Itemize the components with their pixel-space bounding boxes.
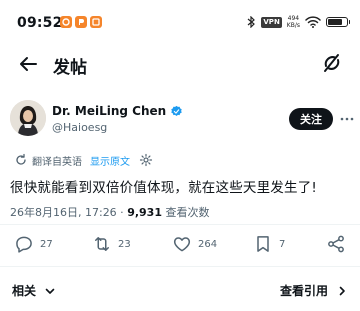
chevron-down-icon <box>45 288 55 294</box>
app-notification-icon <box>90 16 102 28</box>
vpn-badge: VPN <box>261 16 282 28</box>
battery-icon <box>326 17 350 27</box>
bluetooth-icon <box>248 16 256 28</box>
related-toggle[interactable]: 相关 <box>12 282 56 299</box>
network-speed-value: 494 <box>287 15 300 22</box>
chevron-right-icon <box>339 286 345 295</box>
status-bar: 09:52 VPN 494 KB/s <box>0 0 360 44</box>
verified-badge-icon <box>171 105 182 116</box>
retweet-count: 23 <box>118 238 131 250</box>
top-navigation: 发帖 <box>0 44 360 84</box>
views-label: 查看次数 <box>161 206 210 219</box>
page-title: 发帖 <box>53 58 87 78</box>
view-quotes-label: 查看引用 <box>279 284 328 298</box>
app-notification-icon <box>75 16 87 28</box>
heart-icon <box>173 237 191 252</box>
avatar-portrait-icon <box>10 100 46 136</box>
action-bar: 27 23 264 7 <box>0 232 360 256</box>
avatar[interactable] <box>10 100 46 136</box>
status-right-cluster: VPN 494 KB/s <box>246 14 350 30</box>
translate-icon <box>16 153 26 165</box>
translated-from-label: 翻译自英语 <box>32 156 82 168</box>
bookmark-icon <box>257 236 269 252</box>
follow-button[interactable]: 关注 <box>289 108 333 130</box>
divider <box>0 266 360 267</box>
like-count: 264 <box>198 238 218 250</box>
bottom-row: 相关 查看引用 <box>0 276 360 304</box>
tweet-meta: 26年8月16日, 17:26 · 9,931 查看次数 <box>10 204 209 220</box>
network-speed: 494 KB/s <box>287 15 300 29</box>
views-count: 9,931 <box>127 206 162 219</box>
like-button[interactable]: 264 <box>172 232 217 256</box>
network-speed-unit: KB/s <box>286 22 300 29</box>
back-arrow-icon[interactable] <box>16 52 40 76</box>
reply-button[interactable]: 27 <box>14 232 53 256</box>
author-name[interactable]: Dr. MeiLing Chen <box>52 104 166 118</box>
status-time: 09:52 <box>17 15 63 31</box>
view-quotes-link[interactable]: 查看引用 <box>280 282 348 299</box>
app-notification-icon <box>60 16 72 28</box>
share-icon <box>328 235 344 253</box>
reply-count: 27 <box>40 238 53 250</box>
translation-row: 翻译自英语 显示原文 <box>14 152 153 168</box>
grok-icon[interactable] <box>320 51 344 75</box>
retweet-icon <box>95 237 109 251</box>
retweet-button[interactable]: 23 <box>92 232 131 256</box>
tweet-timestamp[interactable]: 26年8月16日, 17:26 · <box>10 206 127 219</box>
author-handle[interactable]: @Haioesg <box>52 121 107 134</box>
reply-icon <box>16 236 32 253</box>
divider <box>0 224 360 225</box>
more-options-icon[interactable] <box>339 111 355 127</box>
translation-settings-icon[interactable] <box>139 153 153 167</box>
tweet-text: 很快就能看到双倍价值体现，就在这些天里发生了! <box>10 180 318 196</box>
bookmark-count: 7 <box>279 238 286 250</box>
bookmark-button[interactable]: 7 <box>253 232 285 256</box>
related-label: 相关 <box>12 284 37 298</box>
wifi-icon <box>305 16 321 28</box>
share-button[interactable] <box>326 232 346 256</box>
author-name-row[interactable]: Dr. MeiLing Chen <box>52 104 183 118</box>
battery-level <box>328 19 342 25</box>
show-original-link[interactable]: 显示原文 <box>90 153 130 168</box>
